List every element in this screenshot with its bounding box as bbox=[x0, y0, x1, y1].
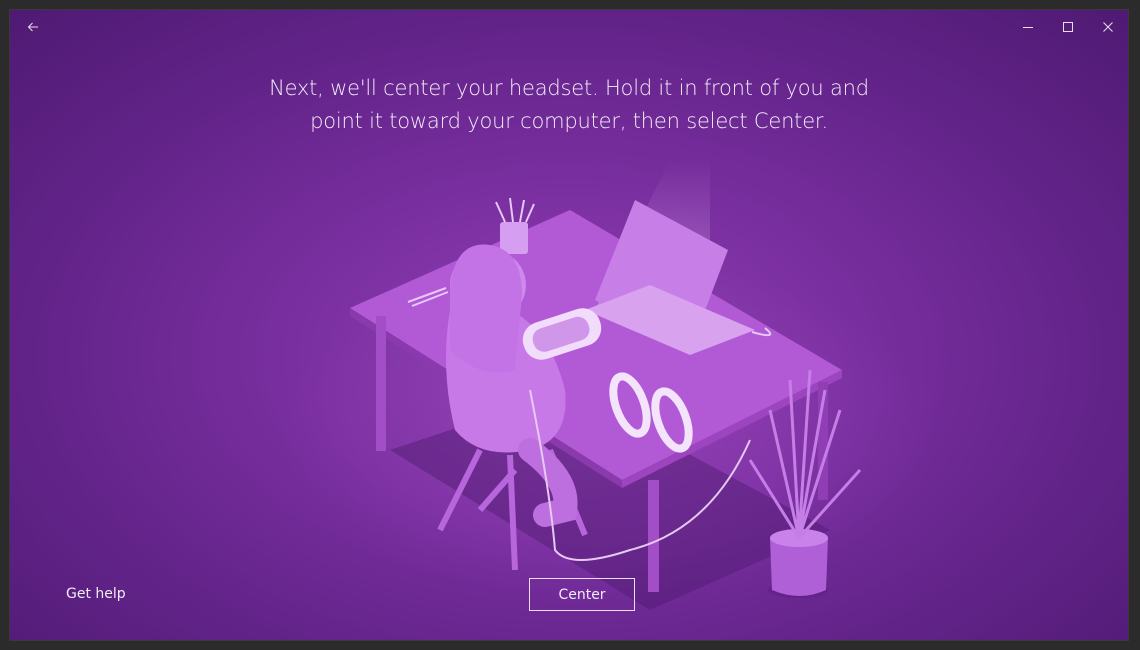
person-hair bbox=[450, 244, 522, 373]
pencils bbox=[495, 197, 535, 223]
center-button[interactable]: Center bbox=[529, 578, 635, 611]
headset-setup-illustration bbox=[280, 160, 940, 610]
pencil-cup bbox=[500, 222, 528, 254]
mixed-reality-setup-window: Next, we'll center your headset. Hold it… bbox=[10, 10, 1128, 640]
get-help-link[interactable]: Get help bbox=[66, 586, 126, 602]
desk-leg-center-front bbox=[648, 480, 659, 592]
desk-leg-left-front bbox=[376, 316, 386, 451]
